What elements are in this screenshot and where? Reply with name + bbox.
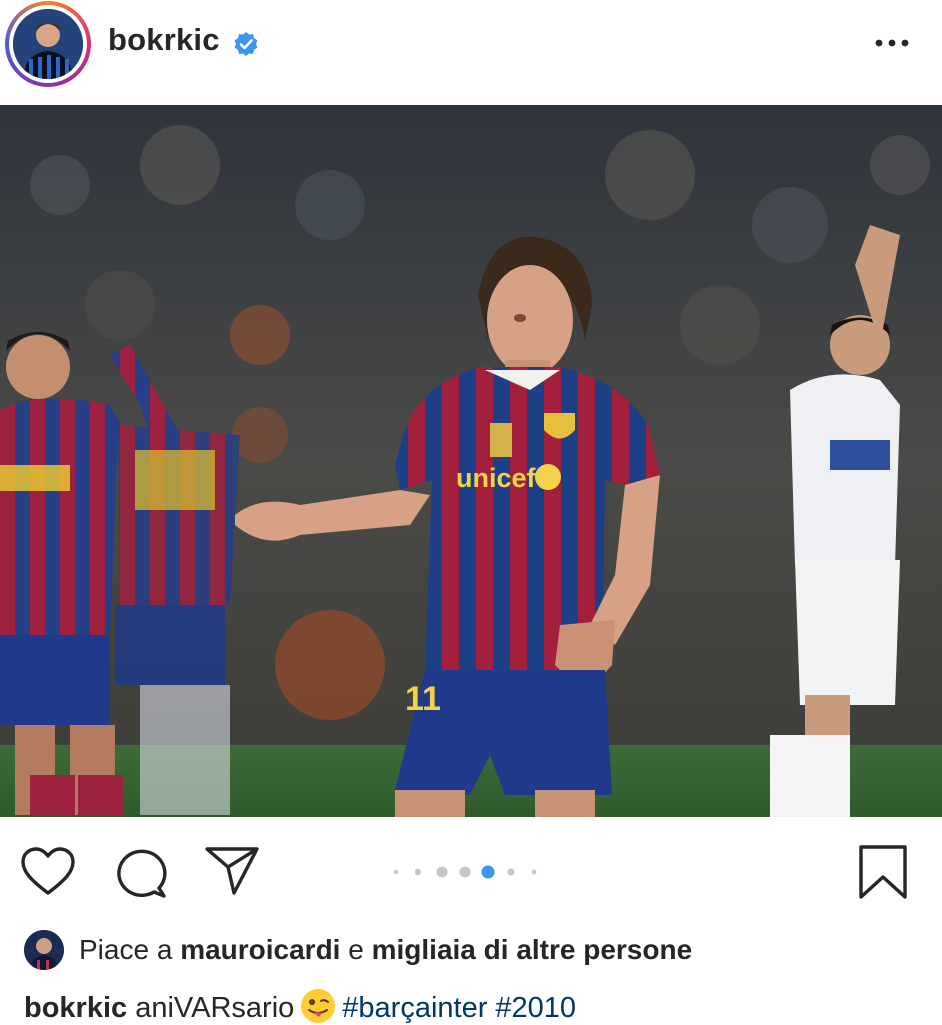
post-username[interactable]: bokrkic [108,22,220,58]
caption: bokrkic aniVARsario #barçainter #2010 [24,988,576,1025]
caption-text: aniVARsario [135,992,295,1024]
likes-connector: e [348,934,364,965]
carousel-dot-active [481,865,495,879]
carousel-dot [414,868,422,876]
story-ring[interactable] [5,1,91,87]
carousel-indicator [393,865,537,879]
winking-face-with-tongue-icon [301,989,336,1023]
carousel-dot [459,866,471,878]
verified-badge-icon [234,32,258,56]
svg-text:unicef: unicef [456,463,537,493]
carousel-dot [531,869,537,875]
likes-row: Piace a mauroicardi e migliaia di altre … [24,928,924,974]
send-icon[interactable] [204,846,260,896]
liker-username[interactable]: mauroicardi [180,934,340,965]
post-header: bokrkic [0,0,942,104]
likes-others[interactable]: migliaia di altre persone [372,934,693,965]
likes-summary[interactable]: Piace a mauroicardi e migliaia di altre … [79,934,692,966]
comment-icon[interactable] [113,847,167,899]
likes-prefix: Piace a [79,934,173,965]
avatar[interactable] [13,9,83,79]
carousel-dot [507,868,515,876]
caption-hashtags[interactable]: #barçainter #2010 [342,992,576,1024]
bookmark-icon[interactable] [858,844,908,900]
carousel-dot [393,869,399,875]
liker-avatar[interactable] [24,930,64,970]
more-horizontal-icon[interactable] [872,36,912,50]
carousel-dot [436,866,448,878]
svg-text:11: 11 [405,680,441,718]
caption-username[interactable]: bokrkic [24,992,127,1024]
post-image[interactable]: unicef 11 [0,105,942,817]
heart-icon[interactable] [20,847,76,897]
